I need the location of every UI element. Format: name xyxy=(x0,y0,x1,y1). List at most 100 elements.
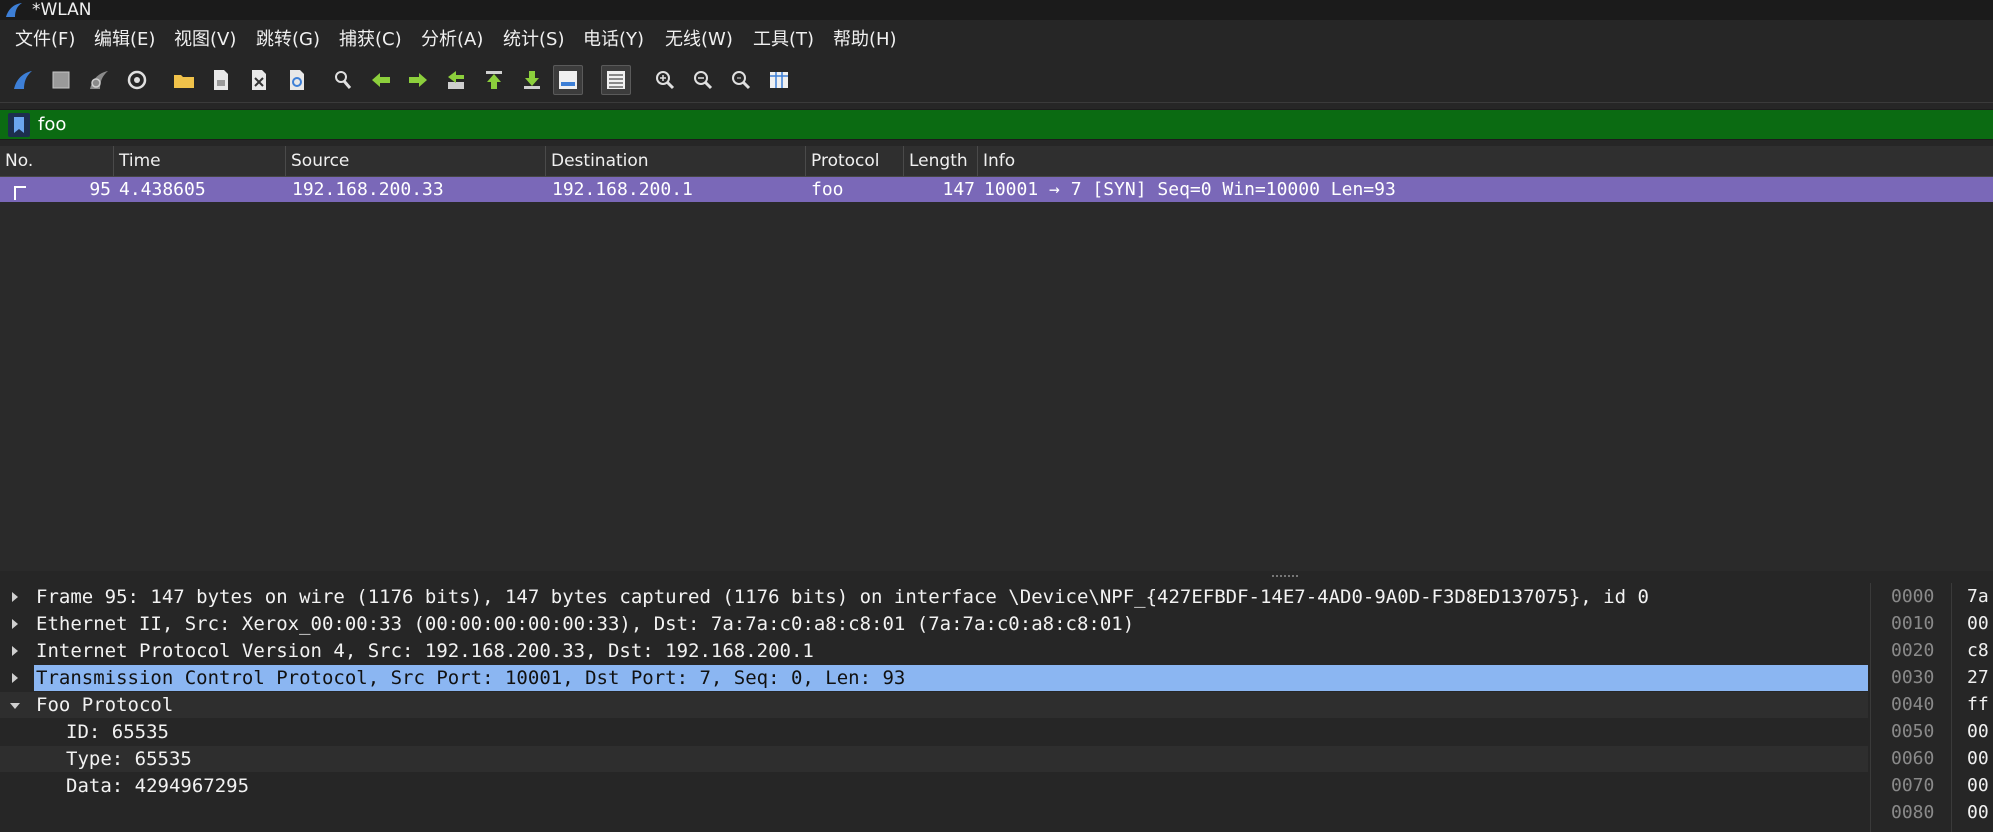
selected-highlight: Transmission Control Protocol, Src Port:… xyxy=(34,665,1868,691)
display-filter-bar xyxy=(0,109,1993,140)
save-file-icon[interactable] xyxy=(206,65,236,95)
menu-wireless[interactable]: 无线(W) xyxy=(665,28,733,52)
zoom-out-icon[interactable] xyxy=(688,65,718,95)
column-header-destination[interactable]: Destination xyxy=(546,146,806,176)
tree-item-foo-data[interactable]: Data: 4294967295 xyxy=(0,773,1868,799)
packet-row[interactable]: 95 4.438605 192.168.200.33 192.168.200.1… xyxy=(0,177,1993,202)
menu-file[interactable]: 文件(F) xyxy=(15,28,75,52)
expand-arrow-icon[interactable] xyxy=(12,619,18,629)
tree-item-label: Frame 95: 147 bytes on wire (1176 bits),… xyxy=(36,586,1649,608)
tree-item-label: Transmission Control Protocol, Src Port:… xyxy=(36,667,906,689)
menu-go[interactable]: 跳转(G) xyxy=(256,28,320,52)
tree-item-foo-id[interactable]: ID: 65535 xyxy=(0,719,1868,745)
byte-hex[interactable]: ff xyxy=(1967,692,1989,718)
byte-hex[interactable]: 00 xyxy=(1967,719,1989,745)
byte-offset: 0080 xyxy=(1891,802,1935,823)
byte-offset: 0020 xyxy=(1891,640,1935,661)
pane-splitter[interactable] xyxy=(0,571,1993,583)
byte-offset: 0010 xyxy=(1891,613,1935,634)
byte-offset: 0030 xyxy=(1891,667,1935,688)
packet-source: 192.168.200.33 xyxy=(292,179,444,200)
resize-columns-icon[interactable] xyxy=(764,65,794,95)
menu-statistics[interactable]: 统计(S) xyxy=(503,28,564,52)
tree-item-foo-type[interactable]: Type: 65535 xyxy=(0,746,1868,772)
packet-details: Frame 95: 147 bytes on wire (1176 bits),… xyxy=(0,583,1870,832)
expand-arrow-icon[interactable] xyxy=(12,592,18,602)
packet-length: 147 xyxy=(942,179,975,200)
close-file-icon[interactable] xyxy=(244,65,274,95)
column-header-time[interactable]: Time xyxy=(114,146,286,176)
tree-item-ip[interactable]: Internet Protocol Version 4, Src: 192.16… xyxy=(0,638,1868,664)
menu-capture[interactable]: 捕获(C) xyxy=(339,28,402,52)
menu-telephony[interactable]: 电话(Y) xyxy=(583,28,644,52)
tree-item-foo[interactable]: Foo Protocol xyxy=(0,692,1868,718)
tree-item-ethernet[interactable]: Ethernet II, Src: Xerox_00:00:33 (00:00:… xyxy=(0,611,1868,637)
column-header-length[interactable]: Length xyxy=(904,146,978,176)
collapse-arrow-icon[interactable] xyxy=(10,703,20,709)
byte-hex[interactable]: 00 xyxy=(1967,746,1989,772)
byte-offset: 0040 xyxy=(1891,694,1935,715)
column-header-source[interactable]: Source xyxy=(286,146,546,176)
find-packet-icon[interactable] xyxy=(328,65,358,95)
last-packet-icon[interactable] xyxy=(517,65,547,95)
capture-options-icon[interactable] xyxy=(122,65,152,95)
expand-arrow-icon[interactable] xyxy=(12,673,18,683)
column-header-no[interactable]: No. xyxy=(0,146,114,176)
open-file-icon[interactable] xyxy=(169,65,199,95)
packet-list: No. Time Source Destination Protocol Len… xyxy=(0,146,1993,571)
menu-view[interactable]: 视图(V) xyxy=(174,28,236,52)
window-title: *WLAN xyxy=(32,0,92,20)
byte-hex[interactable]: 7a xyxy=(1967,584,1989,610)
menu-help[interactable]: 帮助(H) xyxy=(833,28,897,52)
byte-offset: 0070 xyxy=(1891,775,1935,796)
column-header-info[interactable]: Info xyxy=(978,146,1993,176)
auto-scroll-icon[interactable] xyxy=(553,65,583,95)
restart-capture-icon[interactable] xyxy=(84,65,114,95)
packet-destination: 192.168.200.1 xyxy=(552,179,693,200)
packet-no: 95 xyxy=(89,179,111,200)
tree-item-label: Foo Protocol xyxy=(36,694,174,716)
byte-hex[interactable]: 00 xyxy=(1967,611,1989,637)
byte-hex[interactable]: 00 xyxy=(1967,773,1989,799)
go-back-icon[interactable] xyxy=(366,65,396,95)
go-to-packet-icon[interactable] xyxy=(441,65,471,95)
tree-item-label: Data: 4294967295 xyxy=(66,775,250,797)
first-packet-icon[interactable] xyxy=(479,65,509,95)
packet-protocol: foo xyxy=(811,179,844,200)
column-header-protocol[interactable]: Protocol xyxy=(806,146,904,176)
tree-item-frame[interactable]: Frame 95: 147 bytes on wire (1176 bits),… xyxy=(0,584,1868,610)
byte-offset: 0050 xyxy=(1891,721,1935,742)
display-filter-input[interactable] xyxy=(36,110,1980,139)
tree-item-tcp[interactable]: Transmission Control Protocol, Src Port:… xyxy=(0,665,1868,691)
title-bar: *WLAN xyxy=(0,0,1993,20)
bookmark-icon[interactable] xyxy=(8,113,30,137)
byte-hex[interactable]: 27 xyxy=(1967,665,1989,691)
byte-hex[interactable]: c8 xyxy=(1967,638,1989,664)
tree-item-label: Internet Protocol Version 4, Src: 192.16… xyxy=(36,640,814,662)
packet-list-header: No. Time Source Destination Protocol Len… xyxy=(0,146,1993,177)
normal-size-icon[interactable] xyxy=(726,65,756,95)
packet-info: 10001 → 7 [SYN] Seq=0 Win=10000 Len=93 xyxy=(984,179,1396,200)
byte-hex[interactable]: 00 xyxy=(1967,800,1989,826)
expand-arrow-icon[interactable] xyxy=(12,646,18,656)
stop-capture-icon[interactable] xyxy=(46,65,76,95)
menu-edit[interactable]: 编辑(E) xyxy=(94,28,155,52)
menu-bar: 文件(F) 编辑(E) 视图(V) 跳转(G) 捕获(C) 分析(A) 统计(S… xyxy=(0,20,1993,60)
byte-offset: 0060 xyxy=(1891,748,1935,769)
zoom-in-icon[interactable] xyxy=(650,65,680,95)
menu-analyze[interactable]: 分析(A) xyxy=(421,28,483,52)
colorize-icon[interactable] xyxy=(601,65,631,95)
start-capture-icon[interactable] xyxy=(8,65,38,95)
go-forward-icon[interactable] xyxy=(403,65,433,95)
packet-bytes: 0000 7a 0010 00 0020 c8 0030 27 0040 ff … xyxy=(1870,583,1993,832)
menu-tools[interactable]: 工具(T) xyxy=(753,28,814,52)
tree-item-label: ID: 65535 xyxy=(66,721,169,743)
bytes-divider xyxy=(1951,583,1952,832)
tree-item-label: Ethernet II, Src: Xerox_00:00:33 (00:00:… xyxy=(36,613,1135,635)
reload-file-icon[interactable] xyxy=(282,65,312,95)
splitter-grip-icon[interactable] xyxy=(1272,575,1298,580)
packet-time: 4.438605 xyxy=(119,179,206,200)
byte-offset: 0000 xyxy=(1891,586,1935,607)
tree-item-label: Type: 65535 xyxy=(66,748,192,770)
wireshark-logo-icon xyxy=(6,3,22,17)
